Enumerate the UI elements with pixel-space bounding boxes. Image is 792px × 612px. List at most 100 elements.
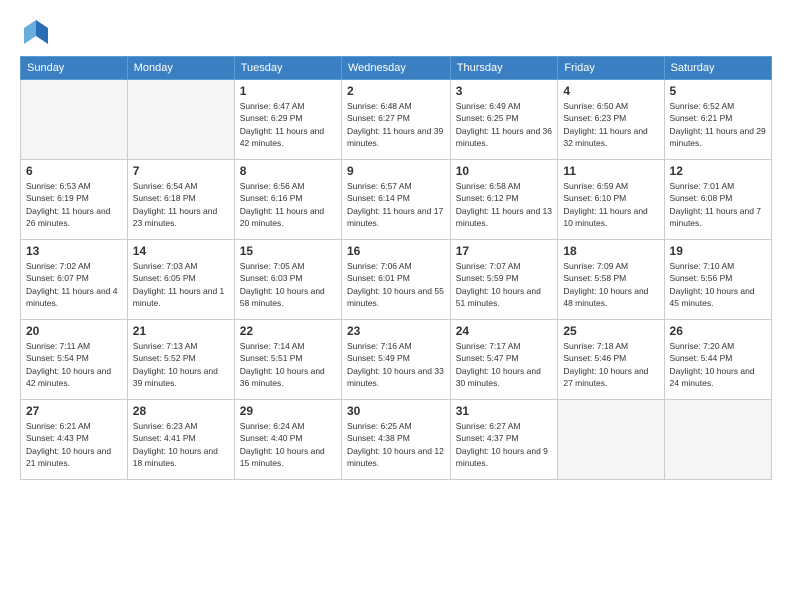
day-info: Sunrise: 6:24 AM Sunset: 4:40 PM Dayligh… xyxy=(240,420,336,469)
calendar-cell: 19 Sunrise: 7:10 AM Sunset: 5:56 PM Dayli… xyxy=(664,240,771,320)
day-info: Sunrise: 6:58 AM Sunset: 6:12 PM Dayligh… xyxy=(456,180,553,229)
day-number: 10 xyxy=(456,164,553,178)
day-number: 18 xyxy=(563,244,658,258)
calendar-cell: 17 Sunrise: 7:07 AM Sunset: 5:59 PM Dayli… xyxy=(450,240,558,320)
calendar-cell: 12 Sunrise: 7:01 AM Sunset: 6:08 PM Dayli… xyxy=(664,160,771,240)
calendar-cell xyxy=(558,400,664,480)
calendar-cell: 29 Sunrise: 6:24 AM Sunset: 4:40 PM Dayli… xyxy=(234,400,341,480)
day-number: 24 xyxy=(456,324,553,338)
day-number: 25 xyxy=(563,324,658,338)
day-info: Sunrise: 7:07 AM Sunset: 5:59 PM Dayligh… xyxy=(456,260,553,309)
day-info: Sunrise: 6:52 AM Sunset: 6:21 PM Dayligh… xyxy=(670,100,766,149)
day-number: 31 xyxy=(456,404,553,418)
day-number: 23 xyxy=(347,324,445,338)
calendar-cell: 5Sunrise: 6:52 AM Sunset: 6:21 PM Daylig… xyxy=(664,80,771,160)
calendar-cell: 27 Sunrise: 6:21 AM Sunset: 4:43 PM Dayli… xyxy=(21,400,128,480)
day-number: 29 xyxy=(240,404,336,418)
day-number: 27 xyxy=(26,404,122,418)
day-number: 13 xyxy=(26,244,122,258)
calendar-week-2: 6Sunrise: 6:53 AM Sunset: 6:19 PM Daylig… xyxy=(21,160,772,240)
day-number: 9 xyxy=(347,164,445,178)
day-number: 2 xyxy=(347,84,445,98)
calendar-cell: 26Sunrise: 7:20 AM Sunset: 5:44 PM Dayli… xyxy=(664,320,771,400)
day-number: 20 xyxy=(26,324,122,338)
calendar-cell: 7Sunrise: 6:54 AM Sunset: 6:18 PM Daylig… xyxy=(127,160,234,240)
day-info: Sunrise: 7:16 AM Sunset: 5:49 PM Dayligh… xyxy=(347,340,445,389)
day-number: 21 xyxy=(133,324,229,338)
calendar-week-4: 20 Sunrise: 7:11 AM Sunset: 5:54 PM Dayli… xyxy=(21,320,772,400)
day-info: Sunrise: 6:48 AM Sunset: 6:27 PM Dayligh… xyxy=(347,100,445,149)
day-number: 14 xyxy=(133,244,229,258)
day-info: Sunrise: 6:49 AM Sunset: 6:25 PM Dayligh… xyxy=(456,100,553,149)
calendar-cell: 2 Sunrise: 6:48 AM Sunset: 6:27 PM Daylig… xyxy=(341,80,450,160)
day-info: Sunrise: 7:03 AM Sunset: 6:05 PM Dayligh… xyxy=(133,260,229,309)
calendar-cell: 10 Sunrise: 6:58 AM Sunset: 6:12 PM Dayli… xyxy=(450,160,558,240)
calendar-cell xyxy=(664,400,771,480)
day-number: 4 xyxy=(563,84,658,98)
day-info: Sunrise: 6:57 AM Sunset: 6:14 PM Dayligh… xyxy=(347,180,445,229)
calendar-cell: 16 Sunrise: 7:06 AM Sunset: 6:01 PM Dayli… xyxy=(341,240,450,320)
day-info: Sunrise: 6:21 AM Sunset: 4:43 PM Dayligh… xyxy=(26,420,122,469)
day-number: 17 xyxy=(456,244,553,258)
calendar-cell: 3 Sunrise: 6:49 AM Sunset: 6:25 PM Daylig… xyxy=(450,80,558,160)
calendar-cell: 22 Sunrise: 7:14 AM Sunset: 5:51 PM Dayli… xyxy=(234,320,341,400)
day-number: 30 xyxy=(347,404,445,418)
calendar-cell: 1 Sunrise: 6:47 AM Sunset: 6:29 PM Daylig… xyxy=(234,80,341,160)
day-number: 1 xyxy=(240,84,336,98)
calendar-cell: 15Sunrise: 7:05 AM Sunset: 6:03 PM Dayli… xyxy=(234,240,341,320)
day-info: Sunrise: 7:02 AM Sunset: 6:07 PM Dayligh… xyxy=(26,260,122,309)
calendar-week-1: 1 Sunrise: 6:47 AM Sunset: 6:29 PM Daylig… xyxy=(21,80,772,160)
calendar-cell: 24 Sunrise: 7:17 AM Sunset: 5:47 PM Dayli… xyxy=(450,320,558,400)
day-number: 11 xyxy=(563,164,658,178)
calendar-cell xyxy=(21,80,128,160)
calendar-week-5: 27 Sunrise: 6:21 AM Sunset: 4:43 PM Dayli… xyxy=(21,400,772,480)
calendar-header-row: SundayMondayTuesdayWednesdayThursdayFrid… xyxy=(21,57,772,80)
day-info: Sunrise: 6:27 AM Sunset: 4:37 PM Dayligh… xyxy=(456,420,553,469)
calendar-cell: 28 Sunrise: 6:23 AM Sunset: 4:41 PM Dayli… xyxy=(127,400,234,480)
day-info: Sunrise: 6:25 AM Sunset: 4:38 PM Dayligh… xyxy=(347,420,445,469)
day-number: 22 xyxy=(240,324,336,338)
calendar-header-wednesday: Wednesday xyxy=(341,57,450,80)
day-number: 3 xyxy=(456,84,553,98)
day-info: Sunrise: 7:17 AM Sunset: 5:47 PM Dayligh… xyxy=(456,340,553,389)
calendar-header-thursday: Thursday xyxy=(450,57,558,80)
day-number: 12 xyxy=(670,164,766,178)
calendar-cell: 20 Sunrise: 7:11 AM Sunset: 5:54 PM Dayli… xyxy=(21,320,128,400)
calendar-header-sunday: Sunday xyxy=(21,57,128,80)
day-info: Sunrise: 6:50 AM Sunset: 6:23 PM Dayligh… xyxy=(563,100,658,149)
calendar-header-monday: Monday xyxy=(127,57,234,80)
calendar-cell: 14 Sunrise: 7:03 AM Sunset: 6:05 PM Dayli… xyxy=(127,240,234,320)
calendar-header-tuesday: Tuesday xyxy=(234,57,341,80)
header xyxy=(20,16,772,48)
day-info: Sunrise: 6:53 AM Sunset: 6:19 PM Dayligh… xyxy=(26,180,122,229)
calendar-cell: 25 Sunrise: 7:18 AM Sunset: 5:46 PM Dayli… xyxy=(558,320,664,400)
day-info: Sunrise: 6:56 AM Sunset: 6:16 PM Dayligh… xyxy=(240,180,336,229)
day-info: Sunrise: 7:10 AM Sunset: 5:56 PM Dayligh… xyxy=(670,260,766,309)
day-number: 28 xyxy=(133,404,229,418)
calendar-cell xyxy=(127,80,234,160)
day-info: Sunrise: 6:59 AM Sunset: 6:10 PM Dayligh… xyxy=(563,180,658,229)
day-info: Sunrise: 7:14 AM Sunset: 5:51 PM Dayligh… xyxy=(240,340,336,389)
day-info: Sunrise: 7:11 AM Sunset: 5:54 PM Dayligh… xyxy=(26,340,122,389)
calendar-cell: 6Sunrise: 6:53 AM Sunset: 6:19 PM Daylig… xyxy=(21,160,128,240)
calendar-cell: 9 Sunrise: 6:57 AM Sunset: 6:14 PM Daylig… xyxy=(341,160,450,240)
calendar-cell: 13 Sunrise: 7:02 AM Sunset: 6:07 PM Dayli… xyxy=(21,240,128,320)
calendar-week-3: 13 Sunrise: 7:02 AM Sunset: 6:07 PM Dayli… xyxy=(21,240,772,320)
day-info: Sunrise: 7:18 AM Sunset: 5:46 PM Dayligh… xyxy=(563,340,658,389)
day-info: Sunrise: 7:06 AM Sunset: 6:01 PM Dayligh… xyxy=(347,260,445,309)
calendar-cell: 21Sunrise: 7:13 AM Sunset: 5:52 PM Dayli… xyxy=(127,320,234,400)
day-info: Sunrise: 6:47 AM Sunset: 6:29 PM Dayligh… xyxy=(240,100,336,149)
day-number: 16 xyxy=(347,244,445,258)
day-info: Sunrise: 7:09 AM Sunset: 5:58 PM Dayligh… xyxy=(563,260,658,309)
calendar-table: SundayMondayTuesdayWednesdayThursdayFrid… xyxy=(20,56,772,480)
logo-icon xyxy=(20,16,52,48)
day-info: Sunrise: 6:54 AM Sunset: 6:18 PM Dayligh… xyxy=(133,180,229,229)
calendar-cell: 4 Sunrise: 6:50 AM Sunset: 6:23 PM Daylig… xyxy=(558,80,664,160)
day-number: 19 xyxy=(670,244,766,258)
day-info: Sunrise: 7:01 AM Sunset: 6:08 PM Dayligh… xyxy=(670,180,766,229)
calendar-header-saturday: Saturday xyxy=(664,57,771,80)
logo xyxy=(20,16,52,48)
day-number: 8 xyxy=(240,164,336,178)
calendar-cell: 11 Sunrise: 6:59 AM Sunset: 6:10 PM Dayli… xyxy=(558,160,664,240)
day-info: Sunrise: 6:23 AM Sunset: 4:41 PM Dayligh… xyxy=(133,420,229,469)
